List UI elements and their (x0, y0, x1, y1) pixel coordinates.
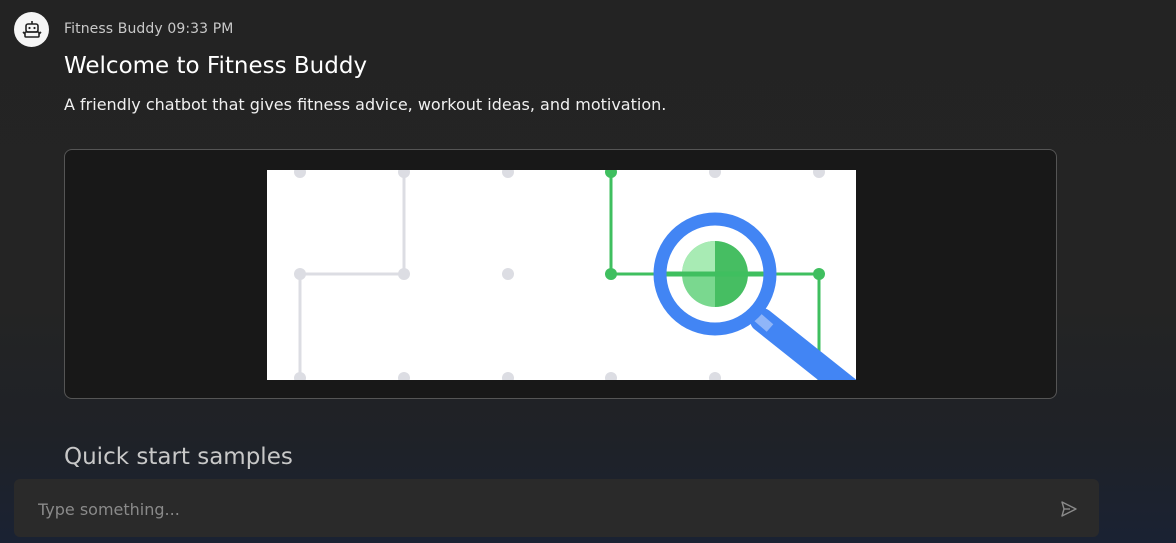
message-input[interactable] (36, 489, 1040, 529)
welcome-title: Welcome to Fitness Buddy (64, 53, 368, 79)
send-icon[interactable] (1059, 499, 1079, 519)
bot-description: A friendly chatbot that gives fitness ad… (64, 95, 667, 114)
welcome-illustration (267, 170, 856, 380)
welcome-card (64, 149, 1057, 399)
robot-icon (21, 20, 42, 38)
quick-start-heading: Quick start samples (64, 444, 293, 470)
message-meta: Fitness Buddy 09:33 PM (64, 21, 234, 37)
avatar (14, 12, 49, 47)
magnifier-network-illustration (294, 170, 856, 380)
message-composer (14, 479, 1099, 537)
